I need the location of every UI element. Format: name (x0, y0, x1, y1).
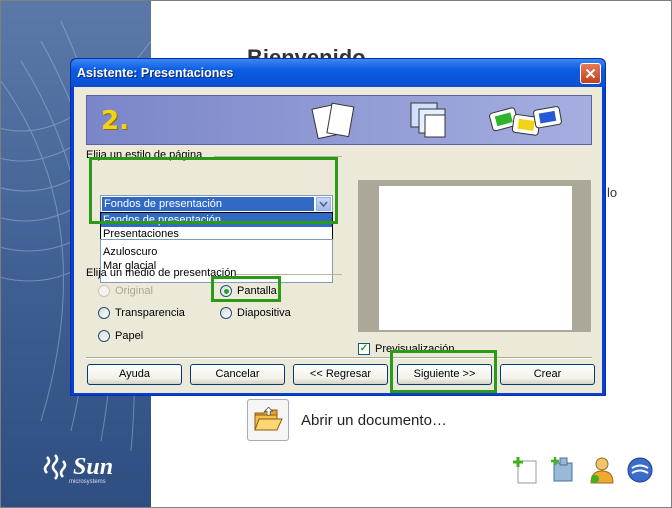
radio-indicator[interactable] (98, 307, 110, 319)
sun-microsystems-logo: Sun microsystems (41, 453, 114, 485)
preview-pane (358, 180, 591, 332)
radio-indicator[interactable] (98, 285, 110, 297)
dialog-client-area: 2. Elija un estilo de página Fondos de p… (74, 87, 602, 393)
step-number: 2. (101, 106, 129, 136)
radio-indicator[interactable] (220, 307, 232, 319)
cancel-button[interactable]: Cancelar (190, 364, 285, 385)
radio-label: Transparencia (115, 307, 185, 319)
open-document-action[interactable]: Abrir un documento… (247, 399, 447, 441)
radio-label: Diapositiva (237, 307, 291, 319)
preview-canvas (379, 186, 572, 330)
close-button[interactable] (580, 63, 601, 84)
step-banner: 2. (86, 95, 592, 145)
radio-label: Original (115, 285, 153, 297)
radio-slide[interactable]: Diapositiva (220, 307, 291, 319)
radio-transparency[interactable]: Transparencia (98, 307, 185, 319)
help-button[interactable]: Ayuda (87, 364, 182, 385)
create-button[interactable]: Crear (500, 364, 595, 385)
checkbox-indicator[interactable]: ✓ (358, 343, 370, 355)
logo-subtext: microsystems (69, 479, 106, 485)
new-template-icon[interactable] (511, 455, 541, 485)
dialog-title: Asistente: Presentaciones (77, 66, 234, 80)
highlight-screen-option (211, 276, 281, 302)
presentation-wizard-dialog: Asistente: Presentaciones 2. Elija un es… (70, 58, 606, 396)
sun-logo-icon (43, 454, 67, 480)
logo-wordmark: Sun (73, 453, 114, 480)
back-button[interactable]: << Regresar (293, 364, 388, 385)
radio-label: Papel (115, 330, 144, 342)
screen-layers-icon (410, 102, 446, 138)
button-separator (86, 357, 592, 359)
close-icon (585, 68, 596, 79)
folder-open-icon (254, 407, 283, 431)
radio-indicator[interactable] (98, 330, 110, 342)
radio-paper[interactable]: Papel (98, 330, 143, 342)
open-document-label[interactable]: Abrir un documento… (301, 412, 447, 429)
start-center-side-text: lo (607, 185, 618, 200)
pages-icon (311, 102, 355, 140)
list-item[interactable]: Azuloscuro (103, 246, 157, 258)
dialog-titlebar[interactable]: Asistente: Presentaciones (71, 59, 605, 87)
radio-original[interactable]: Original (98, 285, 153, 297)
highlight-next-button (390, 350, 497, 393)
user-register-icon[interactable] (587, 455, 617, 485)
group-divider (236, 274, 342, 275)
slides-icon (489, 106, 562, 136)
extension-icon[interactable] (549, 455, 579, 485)
highlight-page-style-dropdown (89, 157, 338, 224)
open-document-button[interactable] (247, 399, 289, 441)
bottom-icon-bar (511, 455, 655, 485)
openoffice-icon[interactable] (625, 455, 655, 485)
